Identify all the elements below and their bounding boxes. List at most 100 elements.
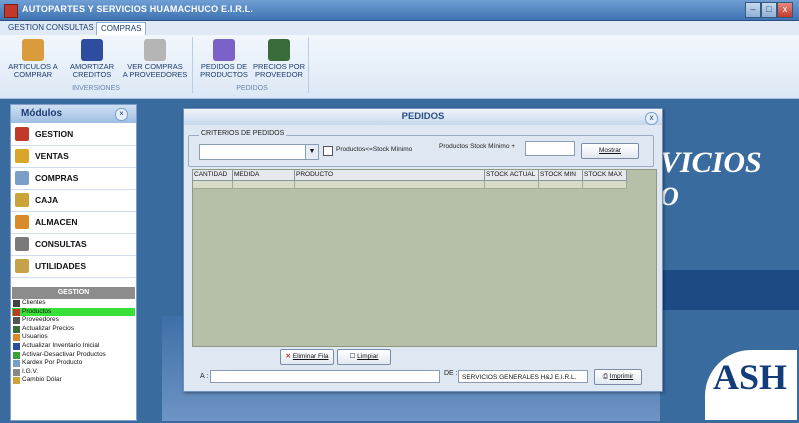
inventory-icon bbox=[13, 342, 20, 350]
table-row[interactable] bbox=[193, 181, 627, 189]
toggle-icon bbox=[13, 351, 20, 359]
pedidos-de-productos-button[interactable]: PEDIDOS DE PRODUCTOS bbox=[198, 39, 250, 79]
column-header-cantidad[interactable]: CANTIDAD bbox=[193, 170, 233, 180]
dollar-icon bbox=[13, 377, 20, 385]
eliminar-fila-label: Eliminar Fila bbox=[292, 353, 329, 360]
background-brand-text: VICIOS bbox=[660, 146, 762, 179]
module-utilidades[interactable]: UTILIDADES bbox=[11, 256, 136, 278]
column-header-producto[interactable]: PRODUCTO bbox=[295, 170, 485, 180]
module-label: GESTION bbox=[35, 129, 74, 139]
visa-card-icon bbox=[81, 39, 103, 61]
submenu-item-activar-desactivar[interactable]: Activar-Desactivar Productos bbox=[12, 351, 135, 360]
to-input[interactable] bbox=[210, 370, 440, 383]
submenu-label: Proveedores bbox=[22, 316, 59, 324]
maximize-button[interactable]: □ bbox=[761, 2, 777, 18]
grid-header: CANTIDAD MEDIDA PRODUCTO STOCK ACTUAL ST… bbox=[193, 170, 627, 181]
minimize-button[interactable]: – bbox=[745, 2, 761, 18]
logo-text: ASH bbox=[713, 357, 788, 397]
submenu-item-cambio-dolar[interactable]: Cambio Dólar bbox=[12, 376, 135, 385]
kardex-icon bbox=[13, 360, 20, 368]
close-modules-icon[interactable]: × bbox=[115, 108, 128, 121]
table-cell[interactable] bbox=[193, 181, 233, 188]
submenu-label: Cambio Dólar bbox=[22, 376, 62, 384]
supplier-icon bbox=[13, 317, 20, 325]
submenu-label: Clientes bbox=[22, 299, 46, 306]
column-header-stock-min[interactable]: STOCK MIN bbox=[539, 170, 583, 180]
module-almacen[interactable]: ALMACEN bbox=[11, 212, 136, 234]
tab-compras[interactable]: COMPRAS bbox=[96, 22, 147, 35]
ventas-icon bbox=[15, 149, 29, 163]
module-label: UTILIDADES bbox=[35, 261, 86, 271]
column-header-stock-actual[interactable]: STOCK ACTUAL bbox=[485, 170, 539, 180]
limpiar-button[interactable]: ☐ Limpiar bbox=[337, 349, 391, 365]
clipboard-icon bbox=[213, 39, 235, 61]
ribbon-tabs: GESTION CONSULTAS COMPRAS bbox=[0, 21, 799, 35]
submenu-item-clientes[interactable]: Clientes bbox=[12, 299, 135, 308]
close-button[interactable]: x bbox=[777, 2, 793, 18]
ribbon-group-pedidos: PEDIDOS DE PRODUCTOS PRECIOS POR PROVEED… bbox=[196, 37, 309, 93]
submenu-item-actualizar-precios[interactable]: Actualizar Precios bbox=[12, 325, 135, 334]
module-label: CAJA bbox=[35, 195, 59, 205]
criteria-legend: CRITERIOS DE PEDIDOS bbox=[199, 130, 287, 137]
imprimir-label: Imprimir bbox=[609, 373, 634, 380]
module-gestion[interactable]: GESTION bbox=[11, 124, 136, 146]
column-header-stock-max[interactable]: STOCK MAX bbox=[583, 170, 627, 180]
modules-title: Módulos bbox=[21, 108, 63, 119]
articulos-a-comprar-button[interactable]: ARTICULOS A COMPRAR bbox=[6, 39, 60, 79]
table-cell[interactable] bbox=[295, 181, 485, 188]
prices-icon bbox=[13, 325, 20, 333]
module-consultas[interactable]: CONSULTAS bbox=[11, 234, 136, 256]
table-cell[interactable] bbox=[583, 181, 627, 188]
submenu-item-igv[interactable]: I.G.V. bbox=[12, 368, 135, 377]
submenu-item-inventario-inicial[interactable]: Actualizar Inventario Inicial bbox=[12, 342, 135, 351]
from-input[interactable]: SERVICIOS GENERALES H&J E.I.R.L. bbox=[458, 370, 588, 383]
submenu-item-kardex[interactable]: Kardex Por Producto bbox=[12, 359, 135, 368]
modules-panel: Módulos × GESTION VENTAS COMPRAS CAJA AL… bbox=[10, 104, 137, 421]
criteria-select[interactable]: ▼ bbox=[199, 144, 319, 160]
precios-por-proveedor-button[interactable]: PRECIOS POR PROVEEDOR bbox=[252, 39, 306, 79]
product-icon bbox=[13, 308, 20, 316]
module-ventas[interactable]: VENTAS bbox=[11, 146, 136, 168]
printer-icon: ⎙ bbox=[602, 373, 608, 380]
column-header-medida[interactable]: MEDIDA bbox=[233, 170, 295, 180]
ver-compras-button[interactable]: VER COMPRAS A PROVEEDORES bbox=[122, 39, 188, 79]
consultas-icon bbox=[15, 237, 29, 251]
stock-minimo-checkbox[interactable] bbox=[323, 146, 333, 156]
submenu-item-usuarios[interactable]: Usuarios bbox=[12, 333, 135, 342]
submenu-label: Kardex Por Producto bbox=[22, 359, 83, 367]
ribbon-button-label: ARTICULOS A COMPRAR bbox=[8, 62, 58, 79]
criteria-fieldset: CRITERIOS DE PEDIDOS ▼ Productos<=Stock … bbox=[188, 130, 654, 167]
ribbon-group-inversiones: ARTICULOS A COMPRAR AMORTIZAR CREDITOS V… bbox=[0, 37, 193, 93]
gestion-submenu-title: GESTION bbox=[12, 287, 135, 299]
document-icon bbox=[144, 39, 166, 61]
stock-minimo-input[interactable] bbox=[525, 141, 575, 156]
from-label: DE : bbox=[444, 370, 458, 377]
submenu-item-productos[interactable]: Productos bbox=[12, 307, 135, 317]
module-compras[interactable]: COMPRAS bbox=[11, 168, 136, 190]
submenu-label: Productos bbox=[22, 307, 52, 315]
dialog-close-icon[interactable]: x bbox=[645, 112, 658, 125]
clear-icon: ☐ bbox=[349, 353, 356, 360]
chevron-down-icon[interactable]: ▼ bbox=[305, 145, 318, 159]
submenu-item-proveedores[interactable]: Proveedores bbox=[12, 316, 135, 325]
module-caja[interactable]: CAJA bbox=[11, 190, 136, 212]
app-icon bbox=[4, 4, 18, 18]
submenu-label: Activar-Desactivar Productos bbox=[22, 350, 106, 358]
ribbon-group-label: INVERSIONES bbox=[72, 85, 120, 92]
amortizar-creditos-button[interactable]: AMORTIZAR CREDITOS bbox=[66, 39, 118, 79]
tab-consultas[interactable]: CONSULTAS bbox=[42, 22, 98, 34]
imprimir-button[interactable]: ⎙ Imprimir bbox=[594, 369, 642, 385]
submenu-label: Actualizar Precios bbox=[22, 324, 75, 332]
submenu-label: Actualizar Inventario Inicial bbox=[22, 341, 100, 349]
percent-icon bbox=[13, 368, 20, 376]
ribbon-button-label: PEDIDOS DE PRODUCTOS bbox=[200, 62, 248, 79]
table-cell[interactable] bbox=[233, 181, 295, 188]
mostrar-button[interactable]: Mostrar bbox=[581, 143, 639, 159]
company-logo: ASH bbox=[705, 350, 797, 420]
table-cell[interactable] bbox=[539, 181, 583, 188]
module-label: ALMACEN bbox=[35, 217, 78, 227]
table-cell[interactable] bbox=[485, 181, 539, 188]
pedidos-dialog: PEDIDOS x CRITERIOS DE PEDIDOS ▼ Product… bbox=[183, 108, 663, 392]
eliminar-fila-button[interactable]: ✕ Eliminar Fila bbox=[280, 349, 334, 365]
shopping-icon bbox=[22, 39, 44, 61]
